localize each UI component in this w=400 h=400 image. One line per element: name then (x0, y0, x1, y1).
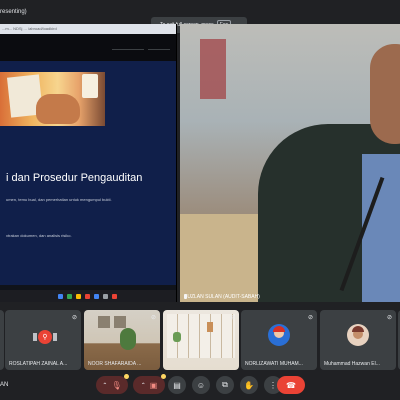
shared-url-text: ...m... NDSj ... /abroad/loadkird (2, 26, 57, 31)
bar-icon (33, 333, 37, 341)
participant-name: ROSLATIPAH ZAINAL A... (9, 361, 68, 367)
taskbar-app-icon (58, 293, 63, 299)
mic-off-icon: ⊘ (71, 315, 77, 321)
captions-button[interactable]: ▤ (168, 376, 186, 394)
avatar-hair (352, 326, 364, 332)
avatar (347, 324, 369, 346)
camera-off-icon: ⚲ (38, 330, 52, 344)
background-object (200, 39, 226, 99)
hand-icon: ✋ (244, 380, 254, 390)
participant-tile[interactable]: ⊘ Muhammad Hazwan El... (320, 310, 396, 370)
slide-photo (0, 72, 105, 126)
speaking-indicator-icon (184, 294, 187, 299)
bar-icon (53, 333, 57, 341)
taskbar-app-icon (76, 293, 81, 299)
participant-tile[interactable]: ⊘ NORLIZAWATI MUHAM... (241, 310, 317, 370)
speaker-head (370, 44, 400, 144)
alert-dot-icon (161, 374, 166, 379)
taskbar-app-icon (67, 293, 72, 299)
mic-toggle-button[interactable]: ⌃ 🎙 (96, 374, 129, 394)
camera-off-cluster: ⚲ (30, 328, 60, 346)
shared-toolbar-tab (148, 37, 170, 50)
camera-toggle-button[interactable]: ⌃ ▣ (133, 374, 166, 394)
participant-name: NOOR SHAFARAIDA ... (88, 361, 142, 367)
presentation-slide: i dan Prosedur Pengauditan umen, temu bu… (0, 61, 176, 285)
captions-icon: ▤ (173, 380, 181, 390)
mic-off-icon: ⊘ (386, 315, 392, 321)
participant-tile[interactable]: ⊘ NOOR SHAFARAIDA ... (84, 310, 160, 370)
camera-off-icon: ▣ (149, 380, 158, 390)
plant (173, 332, 181, 342)
slide-photo-cup (82, 74, 98, 98)
slide-title: i dan Prosedur Pengauditan (6, 172, 143, 184)
chevron-up-icon: ⌃ (140, 382, 146, 389)
participant-tile[interactable]: ⊘ (163, 310, 239, 370)
plant (120, 328, 136, 350)
speaker-name-label: SUZLAN SULAN (AUDIT-SABAH) (184, 294, 260, 300)
participant-name: NORLIZAWATI MUHAM... (245, 361, 303, 367)
raise-hand-button[interactable]: ✋ (240, 376, 258, 394)
shared-screen[interactable]: ...m... NDSj ... /abroad/loadkird i dan … (0, 24, 177, 302)
wall-frame (114, 316, 126, 328)
chevron-up-icon: ⌃ (102, 382, 108, 389)
alert-dot-icon (124, 374, 129, 379)
slide-text-line: xtrakan dokumen, dan analisis risiko. (6, 233, 72, 238)
present-button[interactable]: ⧉ (216, 376, 234, 394)
speaker-video-tile[interactable]: SUZLAN SULAN (AUDIT-SABAH) (180, 24, 400, 302)
shared-toolbar-tab (112, 37, 144, 50)
wall-frame (98, 316, 110, 328)
mic-off-icon: 🎙 (111, 380, 122, 390)
self-name-label: AN (0, 382, 9, 388)
avatar-hijab (273, 326, 285, 332)
emoji-icon: ☺ (196, 380, 206, 390)
shared-toolbar (0, 34, 176, 61)
participant-name: Muhammad Hazwan El... (324, 361, 380, 367)
more-vert-icon: ⋮ (269, 380, 277, 390)
present-screen-icon: ⧉ (222, 380, 228, 389)
mic-off-icon: ⊘ (150, 315, 156, 321)
background-shelf (180, 214, 270, 302)
shared-browser-urlbar: ...m... NDSj ... /abroad/loadkird (0, 24, 176, 34)
avatar (268, 324, 290, 346)
phone-hangup-icon: ☎ (286, 380, 296, 390)
taskbar-app-icon (94, 293, 99, 299)
mic-off-icon: ⊘ (307, 315, 313, 321)
decor-item (207, 322, 213, 332)
shared-taskbar (0, 290, 176, 302)
mic-off-icon: ⊘ (229, 315, 235, 321)
leave-call-button[interactable]: ☎ (277, 376, 305, 394)
slide-photo-hand (36, 94, 80, 124)
taskbar-app-icon (85, 293, 90, 299)
participant-tile[interactable]: ⚲ ⊘ ROSLATIPAH ZAINAL A... (5, 310, 81, 370)
taskbar-app-icon (103, 293, 108, 299)
participant-tile[interactable]: ⊘ (0, 310, 4, 370)
reactions-button[interactable]: ☺ (192, 376, 210, 394)
slide-text-line: umen, temu bual, dan pemerhatian untuk m… (6, 197, 112, 202)
taskbar-app-icon (112, 293, 117, 299)
presenting-label: resenting) (0, 9, 27, 15)
